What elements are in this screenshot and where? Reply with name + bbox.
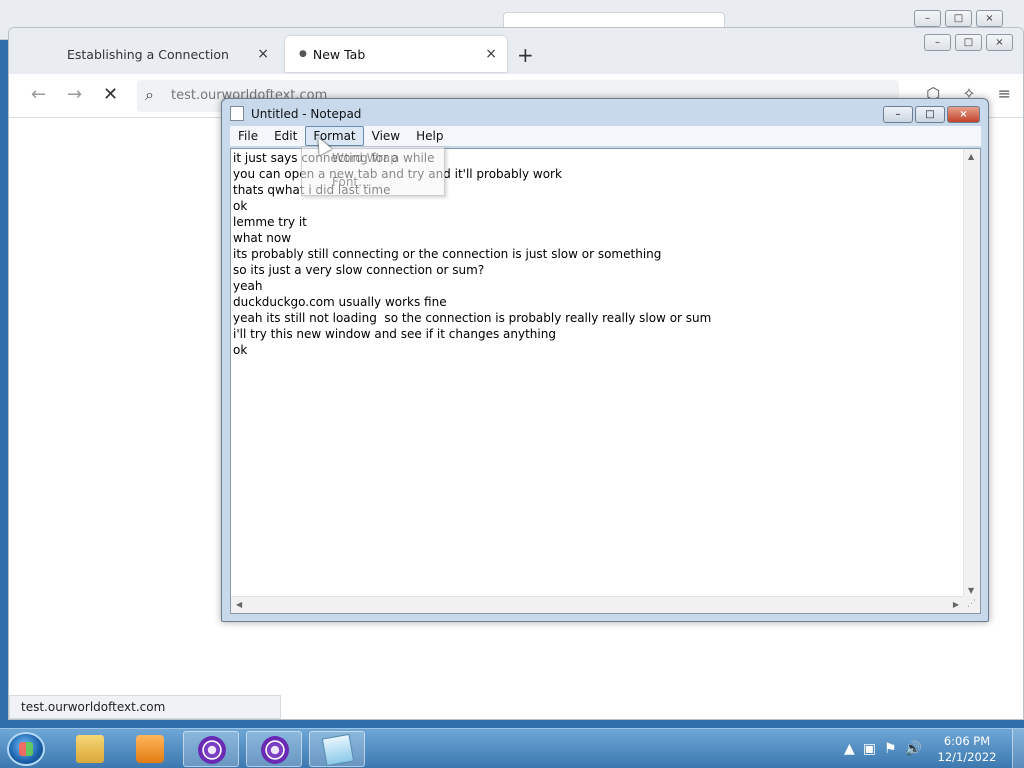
tor-browser-icon [261, 736, 289, 764]
notepad-title-text: Untitled - Notepad [251, 106, 362, 121]
tab-establishing-connection[interactable]: Establishing a Connection × [53, 36, 279, 72]
forward-arrow-icon[interactable]: → [67, 84, 82, 105]
new-tab-button[interactable]: + [517, 43, 534, 67]
taskbar-notepad[interactable] [309, 731, 365, 767]
menu-item-font[interactable]: Font... [332, 175, 370, 189]
tab-label: New Tab [312, 46, 366, 62]
scroll-down-icon[interactable]: ▼ [968, 586, 974, 595]
hamburger-menu-icon[interactable]: ≡ [998, 84, 1011, 103]
notepad-window-controls: – □ × [883, 106, 980, 123]
taskbar-media-player[interactable] [122, 731, 178, 767]
text-line: duckduckgo.com usually works fine [233, 295, 447, 309]
text-line: i'll try this new window and see if it c… [233, 327, 556, 341]
text-line: what now [233, 231, 292, 245]
tab-label: Establishing a Connection [67, 46, 229, 62]
editor-text[interactable]: it just says connecting for a while you … [233, 150, 963, 596]
close-button[interactable]: × [947, 106, 980, 123]
menu-edit[interactable]: Edit [266, 126, 305, 146]
taskbar-explorer[interactable] [62, 731, 118, 767]
text-line: yeah its still not loading so the connec… [233, 311, 712, 325]
minimize-button[interactable]: – [914, 10, 941, 27]
minimize-button[interactable]: – [883, 106, 913, 123]
horizontal-scrollbar[interactable]: ◀ ▶ [231, 596, 964, 613]
clock-date: 12/1/2022 [937, 750, 997, 764]
show-hidden-icons-chevron-icon[interactable]: ▲ [844, 741, 855, 757]
status-bar-url: test.ourworldoftext.com [9, 695, 281, 719]
start-button[interactable] [7, 732, 45, 766]
close-button[interactable]: × [986, 34, 1013, 51]
background-window-controls: – □ × [914, 10, 1003, 27]
show-desktop-button[interactable] [1012, 729, 1024, 768]
text-line: yeah [233, 279, 263, 293]
folder-icon [76, 735, 104, 763]
scroll-up-icon[interactable]: ▲ [968, 152, 974, 161]
menu-help[interactable]: Help [408, 126, 451, 146]
tray-icons: ▲ ▣ ⚑ 🔊 [844, 741, 922, 757]
volume-icon[interactable]: 🔊 [905, 741, 922, 757]
close-button[interactable]: × [976, 10, 1003, 27]
clock[interactable]: 6:06 PM 12/1/2022 [936, 733, 998, 765]
tab-bar: Establishing a Connection × ● New Tab × … [9, 28, 1023, 74]
clock-time: 6:06 PM [943, 734, 991, 748]
media-player-icon [136, 735, 164, 763]
loading-dot-icon: ● [299, 49, 307, 59]
tor-browser-icon [198, 736, 226, 764]
scroll-left-icon[interactable]: ◀ [236, 600, 242, 609]
text-line: its probably still connecting or the con… [233, 247, 662, 261]
minimize-button[interactable]: – [924, 34, 951, 51]
search-icon: ⌕ [145, 85, 154, 104]
stop-loading-icon[interactable]: ✕ [103, 84, 118, 105]
menu-file[interactable]: File [230, 126, 266, 146]
text-line: so its just a very slow connection or su… [233, 263, 485, 277]
back-arrow-icon[interactable]: ← [31, 84, 46, 105]
notepad-title: Untitled - Notepad [230, 106, 361, 121]
text-line: lemme try it [233, 215, 307, 229]
maximize-button[interactable]: □ [945, 10, 972, 27]
taskbar-tor-browser[interactable] [183, 731, 239, 767]
menu-view[interactable]: View [364, 126, 408, 146]
maximize-button[interactable]: □ [915, 106, 945, 123]
maximize-button[interactable]: □ [955, 34, 982, 51]
notepad-icon [230, 106, 244, 121]
menu-item-word-wrap[interactable]: Word Wrap [332, 151, 398, 165]
tab-close-icon[interactable]: × [485, 46, 497, 62]
browser-window-controls: – □ × [924, 34, 1013, 51]
action-center-flag-icon[interactable]: ⚑ [884, 741, 897, 757]
taskbar: ▲ ▣ ⚑ 🔊 6:06 PM 12/1/2022 [0, 728, 1024, 768]
network-icon[interactable]: ▣ [863, 741, 876, 757]
text-line: ok [233, 343, 248, 357]
notepad-editor[interactable]: it just says connecting for a while you … [230, 148, 981, 614]
notepad-menubar: File Edit Format View Help [230, 126, 981, 146]
tab-close-icon[interactable]: × [257, 46, 269, 62]
scroll-right-icon[interactable]: ▶ [953, 600, 959, 609]
tab-new-tab[interactable]: ● New Tab × [285, 36, 507, 72]
taskbar-tor-browser[interactable] [246, 731, 302, 767]
vertical-scrollbar[interactable]: ▲ ▼ [963, 149, 980, 598]
notepad-icon [321, 733, 355, 767]
text-line: ok [233, 199, 248, 213]
system-tray: ▲ ▣ ⚑ 🔊 6:06 PM 12/1/2022 [844, 729, 1024, 768]
resize-grip-icon[interactable]: ⋰ [963, 596, 980, 613]
